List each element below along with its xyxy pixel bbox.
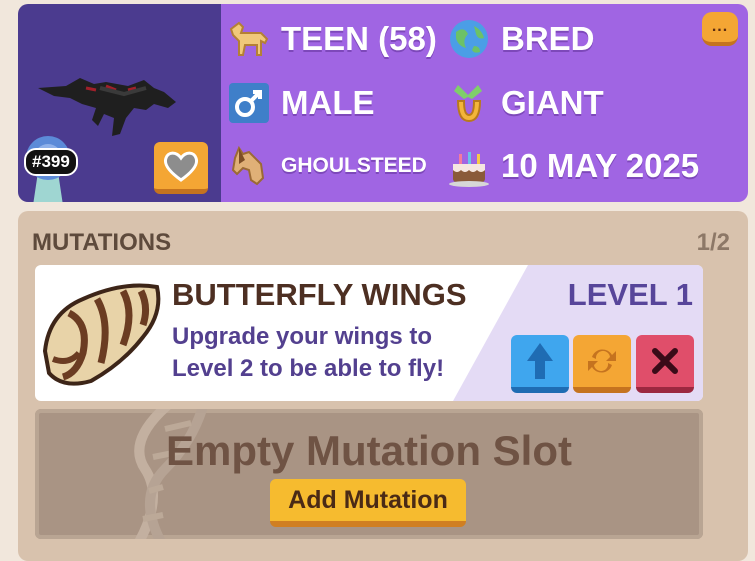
- more-options-button[interactable]: ...: [702, 12, 738, 46]
- heart-icon: [163, 151, 199, 182]
- reroll-icon: [588, 349, 616, 373]
- mutation-level: LEVEL 1: [567, 277, 693, 312]
- breed-stat: GHOULSTEED: [227, 144, 427, 188]
- mutation-card: BUTTERFLY WINGS LEVEL 1 Upgrade your win…: [35, 265, 703, 401]
- remove-mutation-button[interactable]: [636, 335, 694, 393]
- reroll-mutation-button[interactable]: [573, 335, 631, 393]
- horse-portrait: #399: [18, 4, 221, 202]
- birthday-stat: 10 MAY 2025: [447, 144, 699, 188]
- horse-stats-panel: TEEN (58) BRED MALE GIANT GHOULSTEED 10 …: [221, 4, 748, 202]
- mutations-panel: MUTATIONS 1/2 BUTTERFLY WINGS LEVEL 1 Up…: [18, 211, 748, 561]
- size-stat: GIANT: [447, 81, 604, 125]
- close-icon: [652, 348, 678, 374]
- arrow-up-icon: [527, 343, 553, 379]
- horse-head-icon: [227, 144, 271, 188]
- horseshoe-icon: [447, 81, 491, 125]
- mutation-description: Upgrade your wings to Level 2 to be able…: [172, 323, 445, 382]
- mutations-title: MUTATIONS: [32, 229, 172, 256]
- mutation-name: BUTTERFLY WINGS: [172, 277, 467, 312]
- horse-icon: [227, 17, 271, 61]
- mutations-count: 1/2: [696, 229, 730, 256]
- origin-stat: BRED: [447, 17, 595, 61]
- butterfly-wing-icon: [42, 283, 161, 386]
- horse-info-card: #399 TEEN (58) BRED MALE GIANT GHOULSTEE…: [18, 4, 748, 202]
- favorite-button[interactable]: [154, 142, 208, 194]
- gender-stat: MALE: [227, 81, 375, 125]
- horse-id-badge: #399: [24, 148, 78, 176]
- add-mutation-button[interactable]: Add Mutation: [270, 479, 466, 527]
- upgrade-mutation-button[interactable]: [511, 335, 569, 393]
- empty-slot-label: Empty Mutation Slot: [166, 427, 572, 474]
- empty-mutation-slot: Empty Mutation Slot Add Mutation: [35, 409, 703, 539]
- globe-icon: [447, 17, 491, 61]
- birthday-cake-icon: [447, 144, 491, 188]
- male-symbol-icon: [227, 81, 271, 125]
- age-stat: TEEN (58): [227, 17, 437, 61]
- horse-sprite: [38, 78, 176, 136]
